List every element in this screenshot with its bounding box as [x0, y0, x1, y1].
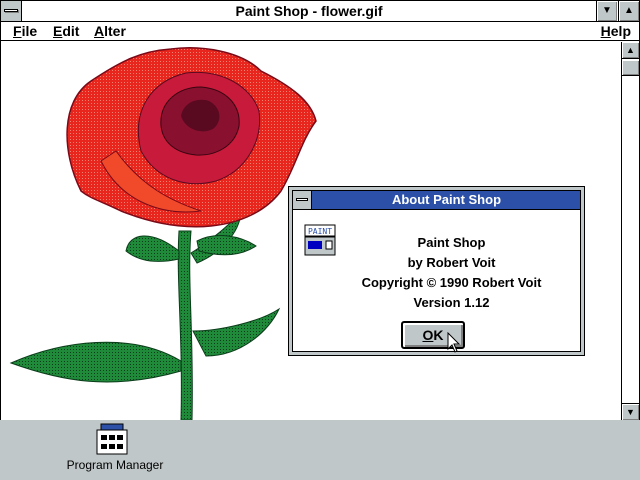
mouse-pointer-icon: [447, 332, 461, 353]
menu-alter[interactable]: Alter: [94, 23, 126, 40]
about-dialog: About Paint Shop PAINT Paint Shop by Rob…: [288, 186, 585, 356]
dialog-copyright: Copyright © 1990 Robert Voit: [361, 275, 542, 290]
scroll-up-button[interactable]: ▲: [622, 42, 639, 59]
system-menu-icon: [4, 9, 18, 12]
system-menu-button[interactable]: [1, 1, 22, 21]
program-manager-label[interactable]: Program Manager: [60, 458, 170, 472]
vertical-scrollbar[interactable]: ▲ ▼: [621, 42, 639, 420]
scroll-thumb[interactable]: [622, 60, 639, 76]
program-manager-icon[interactable]: [95, 422, 129, 456]
dialog-author: by Robert Voit: [407, 255, 496, 270]
menu-help[interactable]: Help: [601, 23, 631, 40]
about-dialog-frame: About Paint Shop PAINT Paint Shop by Rob…: [292, 190, 581, 352]
dialog-app-name: Paint Shop: [417, 235, 486, 250]
about-dialog-title-bar[interactable]: About Paint Shop: [293, 191, 580, 210]
about-dialog-title: About Paint Shop: [391, 192, 502, 207]
menu-bar: File Edit Alter Help: [1, 22, 639, 41]
dialog-system-menu-button[interactable]: [293, 191, 312, 209]
menu-file[interactable]: File: [13, 23, 37, 40]
window-title: Paint Shop - flower.gif: [235, 3, 383, 19]
scroll-down-button[interactable]: ▼: [622, 403, 639, 420]
title-bar[interactable]: Paint Shop - flower.gif ▼ ▲: [1, 1, 639, 22]
dialog-version: Version 1.12: [413, 295, 490, 310]
minimize-button[interactable]: ▼: [596, 1, 617, 21]
menu-edit[interactable]: Edit: [53, 23, 79, 40]
dialog-system-menu-icon: [296, 198, 308, 201]
maximize-button[interactable]: ▲: [618, 1, 639, 21]
about-dialog-body: PAINT Paint Shop by Robert Voit Copyrigh…: [293, 211, 580, 351]
